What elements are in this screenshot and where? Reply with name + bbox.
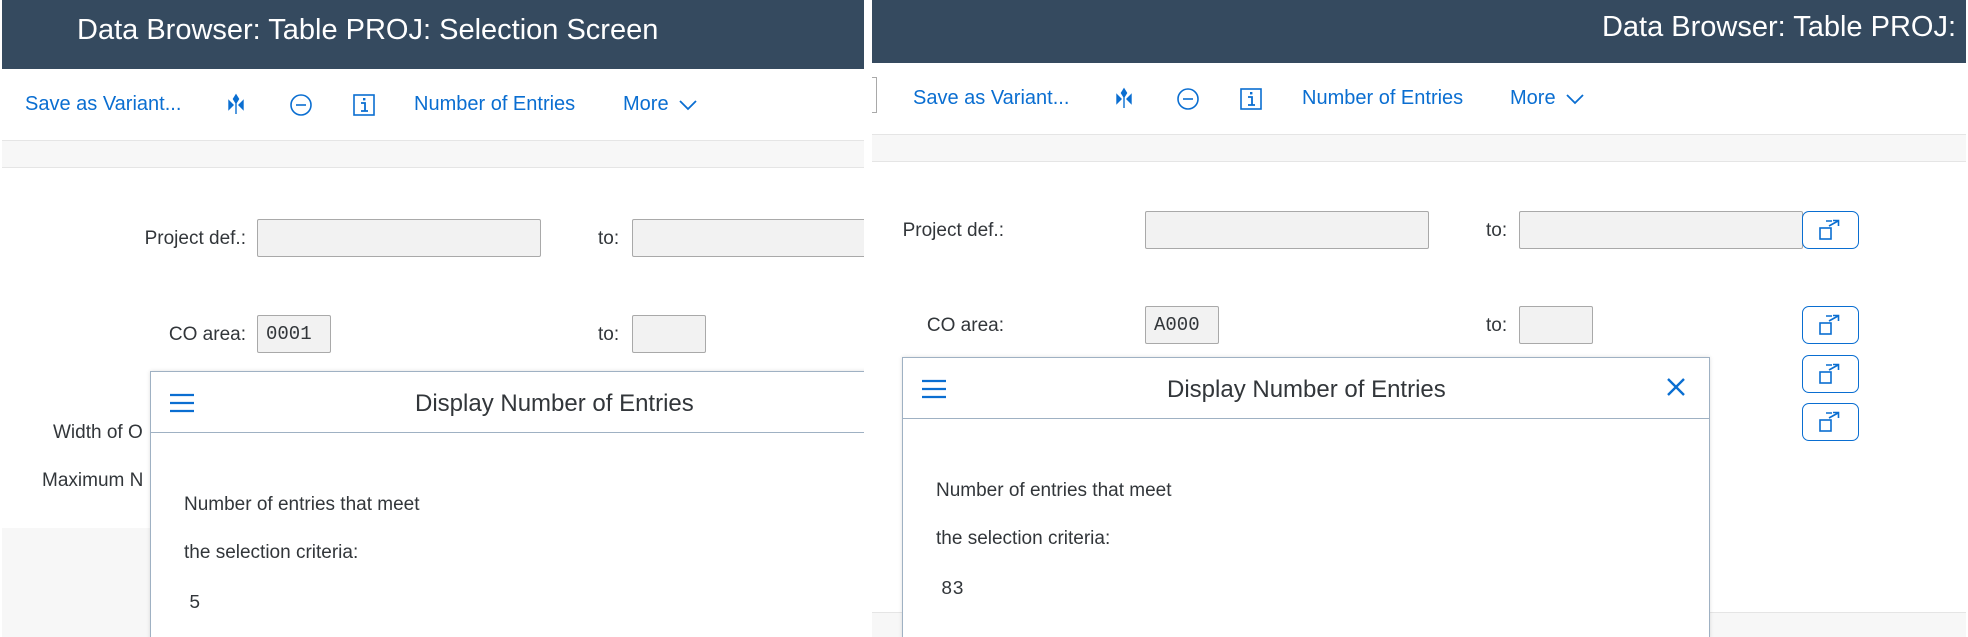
co-area-from-input[interactable]: 0001 [257,315,331,353]
multiple-selection-button[interactable] [1802,211,1859,249]
multiple-selection-button[interactable] [1802,403,1859,441]
number-of-entries-button[interactable]: Number of Entries [414,69,575,140]
dialog-message-line1: Number of entries that meet [936,480,1172,501]
save-as-variant-button[interactable]: Save as Variant... [25,69,181,140]
chevron-down-icon [678,99,697,110]
save-as-variant-button[interactable]: Save as Variant... [913,63,1069,134]
menu-icon[interactable] [169,392,195,419]
multiple-selection-icon [1818,411,1839,432]
right-screen-panel: Data Browser: Table PROJ: Save as Varian… [872,0,1966,637]
info-icon[interactable] [1239,63,1263,134]
co-area-label: CO area: [168,324,246,345]
partial-input-edge [872,77,877,113]
multiple-selection-button[interactable] [1802,306,1859,344]
info-icon[interactable] [352,69,376,140]
number-of-entries-dialog: Display Number of Entries Number of entr… [150,371,864,637]
menu-icon[interactable] [921,378,947,405]
co-area-to-label: to: [1486,315,1508,336]
project-def-from-input[interactable] [257,219,541,257]
minus-circle-icon[interactable] [289,69,313,140]
section-separator [2,141,864,168]
co-area-to-input[interactable] [1519,306,1593,344]
project-def-to-label: to: [1486,220,1508,241]
entries-count-value: 83 [941,578,964,600]
multiple-selection-icon [1818,363,1839,384]
variant-tree-icon[interactable] [224,69,248,140]
application-toolbar: Save as Variant... Number of Entries Mor… [872,63,1966,135]
number-of-entries-dialog: Display Number of Entries Number of entr… [902,357,1710,637]
close-icon[interactable] [1665,376,1687,403]
project-def-from-input[interactable] [1145,211,1429,249]
dialog-message-line1: Number of entries that meet [184,494,420,515]
project-def-to-label: to: [598,228,620,249]
width-of-output-label: Width of O [53,422,143,443]
more-label: More [623,93,669,115]
multiple-selection-icon [1818,314,1839,335]
project-def-label: Project def.: [144,228,246,249]
dialog-header: Display Number of Entries [903,358,1709,419]
maximum-number-label: Maximum N [42,470,144,491]
more-menu-button[interactable]: More [623,69,697,140]
co-area-from-input[interactable]: A000 [1145,306,1219,344]
multiple-selection-icon [1818,219,1839,240]
project-def-label: Project def.: [902,220,1004,241]
dialog-title: Display Number of Entries [1167,376,1446,403]
section-separator [872,135,1966,162]
more-menu-button[interactable]: More [1510,63,1584,134]
co-area-to-input[interactable] [632,315,706,353]
minus-circle-icon[interactable] [1176,63,1200,134]
variant-tree-icon[interactable] [1112,63,1136,134]
dialog-message-line2: the selection criteria: [184,542,359,563]
page-title: Data Browser: Table PROJ: [1601,11,1956,43]
application-toolbar: Save as Variant... Number of Entries Mor… [2,69,864,141]
title-bar: Data Browser: Table PROJ: [872,0,1966,63]
left-screen-panel: Data Browser: Table PROJ: Selection Scre… [2,0,864,637]
project-def-to-input[interactable] [1519,211,1803,249]
dialog-title: Display Number of Entries [415,390,694,417]
page-title: Data Browser: Table PROJ: Selection Scre… [77,14,659,46]
chevron-down-icon [1565,93,1584,104]
dialog-header: Display Number of Entries [151,372,864,433]
co-area-label: CO area: [926,315,1004,336]
title-bar: Data Browser: Table PROJ: Selection Scre… [2,0,864,69]
dialog-message-line2: the selection criteria: [936,528,1111,549]
entries-count-value: 5 [189,592,201,614]
number-of-entries-button[interactable]: Number of Entries [1302,63,1463,134]
more-label: More [1510,87,1556,109]
project-def-to-input[interactable] [632,219,864,257]
co-area-to-label: to: [598,324,620,345]
multiple-selection-button[interactable] [1802,355,1859,393]
